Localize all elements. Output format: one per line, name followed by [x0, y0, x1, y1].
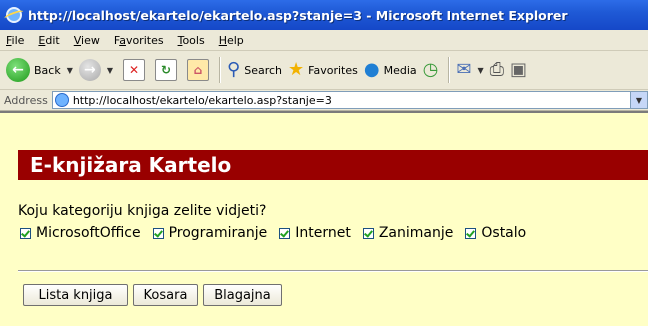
- divider: [18, 270, 648, 272]
- menu-bar: File Edit View Favorites Tools Help: [0, 30, 648, 51]
- stop-icon[interactable]: ✕: [123, 59, 146, 81]
- menu-edit[interactable]: Edit: [38, 34, 59, 47]
- media-button[interactable]: ● Media: [364, 61, 417, 79]
- site-banner: E-knjižara Kartelo: [18, 150, 648, 180]
- mail-dropdown-icon[interactable]: ▼: [477, 66, 483, 75]
- media-icon: ●: [363, 59, 380, 80]
- mail-button[interactable]: ✉ ▼: [456, 61, 483, 79]
- address-label: Address: [4, 93, 48, 107]
- title-bar[interactable]: http://localhost/ekartelo/ekartelo.asp?s…: [0, 0, 648, 30]
- refresh-icon[interactable]: ↻: [155, 59, 178, 81]
- address-url[interactable]: http://localhost/ekartelo/ekartelo.asp?s…: [73, 94, 332, 107]
- forward-dropdown-icon[interactable]: ▼: [107, 66, 113, 75]
- category-internet[interactable]: Internet: [279, 225, 351, 241]
- category-programiranje[interactable]: Programiranje: [152, 225, 268, 241]
- menu-help[interactable]: Help: [219, 34, 244, 47]
- blagajna-button[interactable]: Blagajna: [203, 284, 282, 306]
- home-icon[interactable]: ⌂: [187, 59, 210, 81]
- site-title: E-knjižara Kartelo: [30, 153, 232, 177]
- back-arrow-icon: ←: [6, 58, 30, 82]
- menu-file[interactable]: File: [6, 34, 24, 47]
- category-question: Koju kategoriju knjiga zelite vidjeti?: [18, 203, 267, 219]
- ie-logo-icon: [6, 7, 22, 23]
- lista-knjiga-button[interactable]: Lista knjiga: [23, 284, 128, 306]
- menu-favorites[interactable]: Favorites: [114, 34, 164, 47]
- category-label: MicrosoftOffice: [36, 225, 141, 241]
- back-label: Back: [34, 63, 61, 77]
- history-button[interactable]: ◷: [423, 61, 439, 79]
- favorites-star-icon: ★: [288, 59, 305, 80]
- address-bar: Address http://localhost/ekartelo/ekarte…: [0, 90, 648, 111]
- kosara-button[interactable]: Kosara: [133, 284, 198, 306]
- back-button[interactable]: ← Back ▼: [6, 58, 73, 82]
- page-content: E-knjižara Kartelo Koju kategoriju knjig…: [0, 111, 648, 326]
- address-dropdown-icon[interactable]: ▼: [630, 92, 647, 108]
- category-microsoftoffice[interactable]: MicrosoftOffice: [20, 225, 141, 241]
- favorites-label: Favorites: [308, 63, 358, 77]
- history-icon: ◷: [422, 59, 439, 80]
- search-label: Search: [244, 63, 283, 77]
- print-button[interactable]: ⎙: [490, 61, 504, 79]
- media-label: Media: [383, 63, 417, 77]
- category-zanimanje[interactable]: Zanimanje: [362, 225, 454, 241]
- search-icon: ⚲: [227, 59, 241, 80]
- window-title: http://localhost/ekartelo/ekartelo.asp?s…: [28, 7, 568, 23]
- category-label: Internet: [295, 225, 351, 241]
- forward-arrow-icon: →: [78, 59, 101, 81]
- menu-tools[interactable]: Tools: [178, 34, 205, 47]
- category-label: Programiranje: [168, 225, 268, 241]
- category-ostalo[interactable]: Ostalo: [465, 225, 526, 241]
- category-list: MicrosoftOffice Programiranje Internet Z…: [20, 225, 538, 241]
- checkbox-programiranje[interactable]: [152, 227, 164, 239]
- print-icon: ⎙: [489, 59, 504, 80]
- toolbar-separator: [219, 57, 222, 83]
- search-button[interactable]: ⚲ Search: [227, 61, 282, 79]
- checkbox-internet[interactable]: [279, 227, 291, 239]
- toolbar-separator-2: [448, 57, 451, 83]
- toolbar: ← Back ▼ → ▼ ✕ ↻ ⌂ ⚲ Search ★ Favorites …: [0, 51, 648, 90]
- edit-icon: ▣: [510, 59, 528, 80]
- edit-button[interactable]: ▣: [510, 61, 527, 79]
- category-label: Zanimanje: [378, 225, 454, 241]
- checkbox-zanimanje[interactable]: [362, 227, 374, 239]
- page-icon: [54, 93, 69, 107]
- address-input[interactable]: http://localhost/ekartelo/ekartelo.asp?s…: [51, 91, 648, 109]
- category-label: Ostalo: [481, 225, 527, 241]
- checkbox-ostalo[interactable]: [465, 227, 477, 239]
- mail-icon: ✉: [456, 59, 472, 80]
- forward-button[interactable]: → ▼: [78, 59, 113, 81]
- favorites-button[interactable]: ★ Favorites: [288, 61, 358, 79]
- menu-view[interactable]: View: [74, 34, 100, 47]
- back-dropdown-icon[interactable]: ▼: [67, 66, 73, 75]
- checkbox-microsoftoffice[interactable]: [20, 227, 31, 239]
